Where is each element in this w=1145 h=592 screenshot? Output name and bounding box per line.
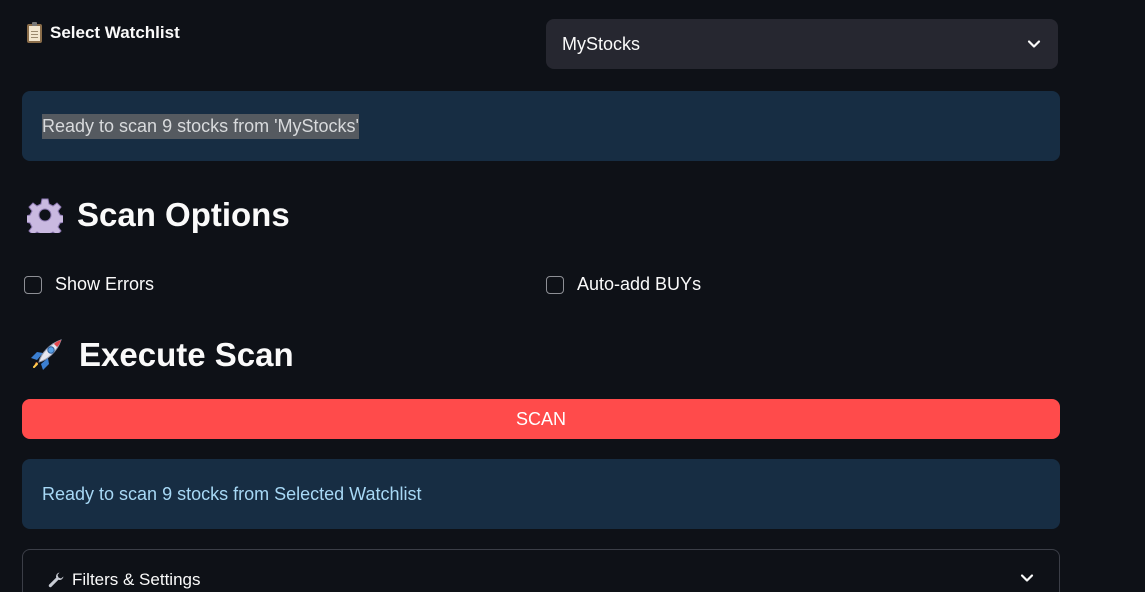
auto-add-buys-box[interactable] xyxy=(546,275,564,294)
scan-options-title: Scan Options xyxy=(77,196,290,233)
watchlist-label-text: Select Watchlist xyxy=(50,23,180,42)
info-alert-status: Ready to scan 9 stocks from Selected Wat… xyxy=(22,459,1060,529)
filters-expander: Filters & Settings xyxy=(22,549,1060,592)
auto-add-buys-label: Auto-add BUYs xyxy=(577,274,702,294)
clipboard-icon xyxy=(27,21,42,43)
page: Select Watchlist MyStocks Ready to scan … xyxy=(0,0,1145,592)
watchlist-select-value: MyStocks xyxy=(562,33,641,54)
show-errors-checkbox[interactable]: Show Errors xyxy=(24,274,154,295)
status-text: Ready to scan 9 stocks from Selected Wat… xyxy=(42,483,422,504)
scan-options-header: Scan Options xyxy=(27,196,290,234)
chevron-down-icon xyxy=(1019,570,1035,591)
filters-title: Filters & Settings xyxy=(72,570,201,589)
watchlist-select[interactable]: MyStocks xyxy=(546,19,1058,69)
chevron-down-icon xyxy=(1026,36,1042,52)
gear-icon xyxy=(27,198,63,233)
show-errors-box[interactable] xyxy=(24,275,42,294)
execute-scan-title: Execute Scan xyxy=(79,336,294,373)
rocket-icon xyxy=(31,339,62,370)
filters-expander-title-group: Filters & Settings xyxy=(47,570,201,590)
execute-scan-header: Execute Scan xyxy=(27,336,294,374)
info-alert-watchlist: Ready to scan 9 stocks from 'MyStocks' xyxy=(22,91,1060,161)
show-errors-label: Show Errors xyxy=(55,274,155,294)
auto-add-buys-checkbox[interactable]: Auto-add BUYs xyxy=(546,274,701,295)
filters-expander-header[interactable]: Filters & Settings xyxy=(23,564,1059,592)
info-alert-text: Ready to scan 9 stocks from 'MyStocks' xyxy=(42,113,359,139)
watchlist-label: Select Watchlist xyxy=(27,21,180,43)
wrench-icon xyxy=(48,572,64,588)
scan-button[interactable]: SCAN xyxy=(22,399,1060,439)
